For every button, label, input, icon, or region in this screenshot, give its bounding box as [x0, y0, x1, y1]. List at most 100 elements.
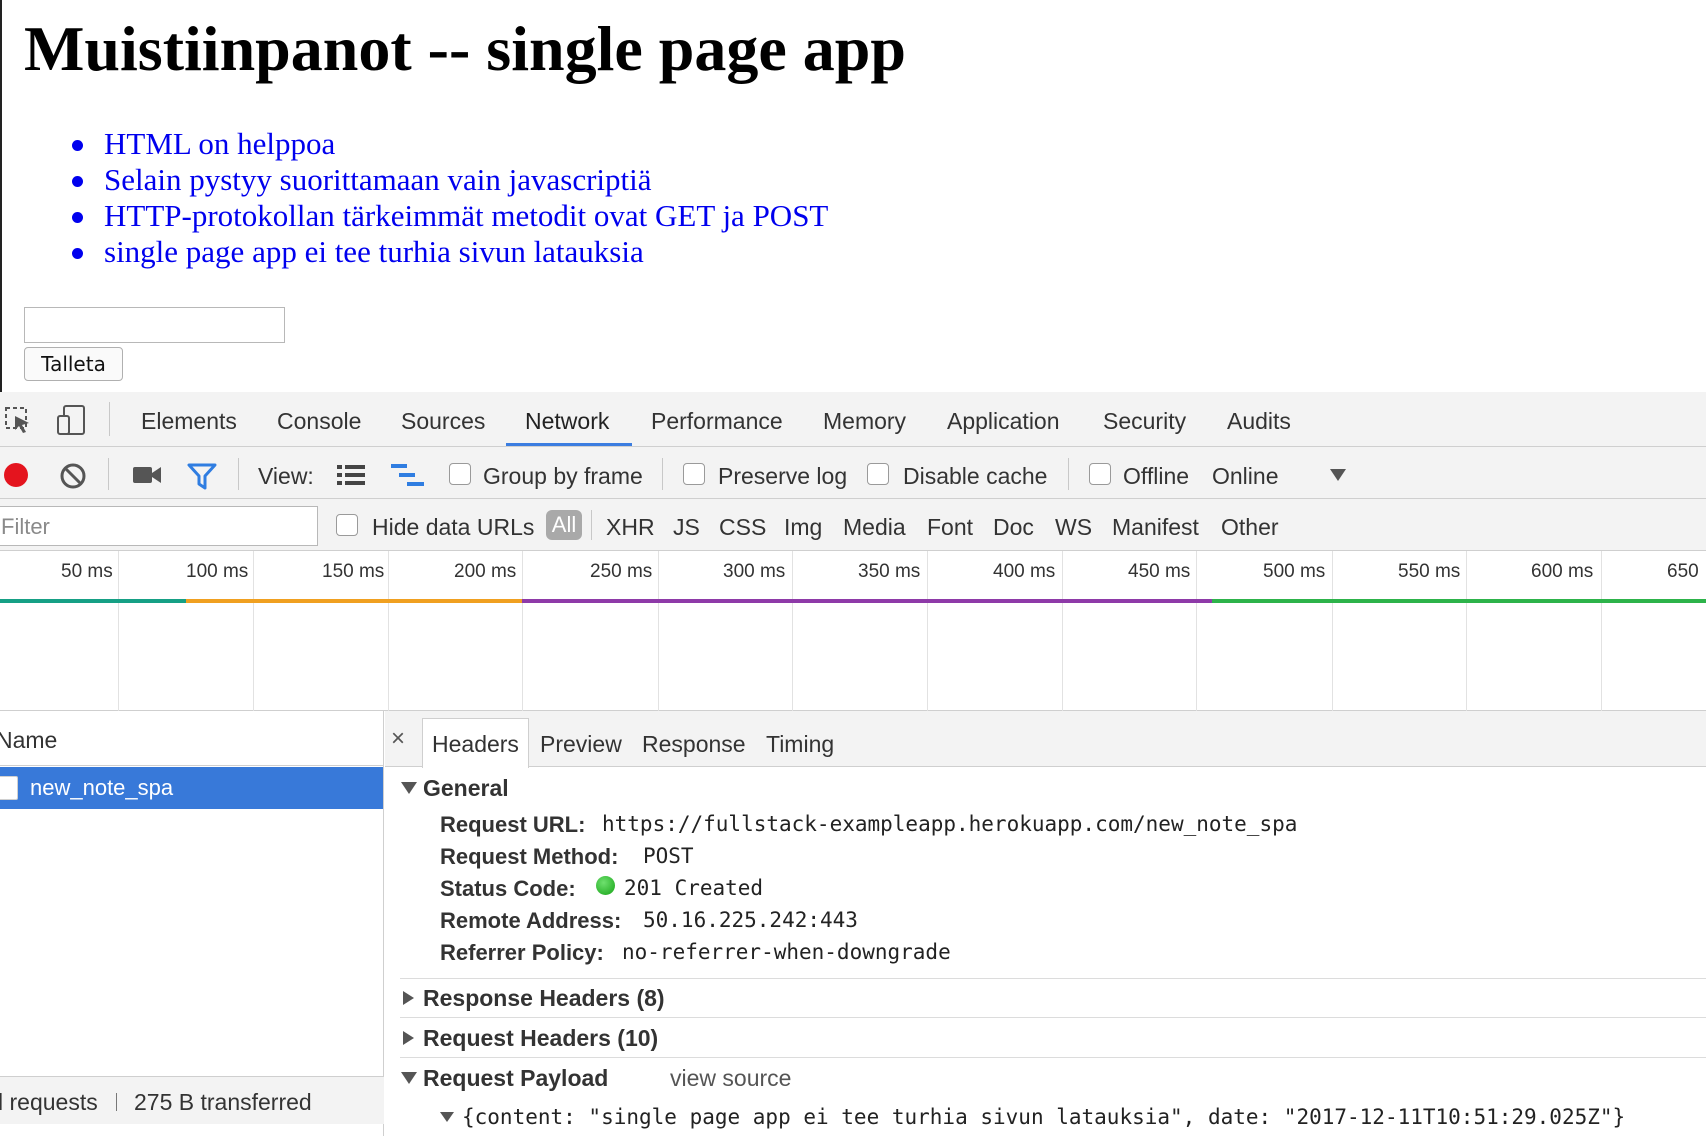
- filter-icon[interactable]: [187, 462, 217, 490]
- tab-response[interactable]: Response: [642, 731, 746, 758]
- referrer-policy-value: no-referrer-when-downgrade: [622, 940, 951, 964]
- close-icon[interactable]: ×: [391, 725, 405, 753]
- timeline-gridline: [658, 551, 659, 711]
- camera-icon[interactable]: [132, 464, 162, 486]
- tab-security[interactable]: Security: [1103, 408, 1186, 435]
- response-headers-section[interactable]: Response Headers (8): [423, 985, 665, 1012]
- preserve-log-checkbox[interactable]: [683, 463, 705, 485]
- timeline-tick: 500 ms: [1263, 561, 1326, 582]
- disable-cache-checkbox[interactable]: [867, 463, 889, 485]
- document-icon: [0, 776, 18, 800]
- type-filter-js[interactable]: JS: [673, 514, 700, 541]
- tab-sources[interactable]: Sources: [401, 408, 485, 435]
- type-filter-css[interactable]: CSS: [719, 514, 766, 541]
- hide-data-urls-checkbox[interactable]: [336, 514, 358, 536]
- timeline-tick: 250 ms: [590, 561, 653, 582]
- clear-icon[interactable]: [59, 462, 87, 490]
- note-item: HTTP-protokollan tärkeimmät metodit ovat…: [72, 198, 828, 234]
- name-column-header[interactable]: Name: [0, 727, 57, 754]
- timeline-gridline: [118, 551, 119, 711]
- timeline-bar-scripting: [522, 599, 1212, 603]
- section-divider: [400, 1057, 1706, 1058]
- request-payload-section[interactable]: Request Payload: [423, 1065, 608, 1092]
- save-button[interactable]: Talleta: [24, 347, 123, 381]
- timeline-tick: 50 ms: [61, 561, 113, 582]
- separator: [109, 402, 110, 436]
- tab-application[interactable]: Application: [947, 408, 1060, 435]
- bullet: [72, 140, 83, 151]
- timeline-gridline: [253, 551, 254, 711]
- tab-performance[interactable]: Performance: [651, 408, 783, 435]
- timeline-gridline: [1196, 551, 1197, 711]
- timeline-tick: 450 ms: [1128, 561, 1191, 582]
- timeline-gridline: [927, 551, 928, 711]
- payload-value: {content: "single page app ei tee turhia…: [462, 1105, 1626, 1129]
- timeline-tick: 150 ms: [322, 561, 385, 582]
- remote-address-key: Remote Address:: [440, 908, 622, 933]
- type-filter-all[interactable]: All: [546, 510, 582, 540]
- dropdown-arrow-icon[interactable]: [1329, 468, 1347, 482]
- inspect-icon[interactable]: [4, 406, 32, 434]
- note-input[interactable]: [24, 307, 285, 343]
- tab-memory[interactable]: Memory: [823, 408, 906, 435]
- tab-audits[interactable]: Audits: [1227, 408, 1291, 435]
- type-filter-font[interactable]: Font: [927, 514, 973, 541]
- offline-checkbox[interactable]: [1089, 463, 1111, 485]
- group-by-frame-checkbox[interactable]: [449, 463, 471, 485]
- general-section-title[interactable]: General: [423, 775, 509, 802]
- timeline-bar-waiting: [186, 599, 522, 603]
- waterfall-icon[interactable]: [391, 463, 425, 487]
- tab-console[interactable]: Console: [277, 408, 361, 435]
- type-filter-media[interactable]: Media: [843, 514, 906, 541]
- view-source-link[interactable]: view source: [670, 1065, 791, 1092]
- request-method-value: POST: [643, 844, 694, 868]
- offline-label: Offline: [1123, 463, 1190, 489]
- section-divider: [400, 978, 1706, 979]
- timeline-tick: 300 ms: [723, 561, 786, 582]
- large-rows-icon[interactable]: [337, 464, 365, 486]
- filter-input[interactable]: Filter: [0, 506, 318, 546]
- referrer-policy-key: Referrer Policy:: [440, 940, 604, 965]
- type-filter-img[interactable]: Img: [784, 514, 822, 541]
- separator: [591, 510, 592, 540]
- timeline-gridline: [522, 551, 523, 711]
- disable-cache-label: Disable cache: [903, 463, 1048, 489]
- separator: [108, 458, 109, 490]
- expand-icon[interactable]: [401, 782, 417, 794]
- expand-icon[interactable]: [440, 1112, 454, 1122]
- type-filter-ws[interactable]: WS: [1055, 514, 1092, 541]
- type-filter-xhr[interactable]: XHR: [606, 514, 655, 541]
- timeline-tick: 350 ms: [858, 561, 921, 582]
- request-row[interactable]: new_note_spa: [0, 767, 383, 809]
- note-text: HTTP-protokollan tärkeimmät metodit ovat…: [104, 198, 829, 233]
- expand-icon[interactable]: [403, 1031, 414, 1045]
- note-text: HTML on helppoa: [104, 126, 336, 161]
- tab-elements[interactable]: Elements: [141, 408, 237, 435]
- type-filter-manifest[interactable]: Manifest: [1112, 514, 1199, 541]
- status-ok-icon: [596, 876, 615, 895]
- timeline-gridline: [1466, 551, 1467, 711]
- tab-network[interactable]: Network: [525, 408, 609, 435]
- note-item: HTML on helppoa: [72, 126, 828, 162]
- type-filter-other[interactable]: Other: [1221, 514, 1279, 541]
- record-icon[interactable]: [2, 461, 30, 489]
- timeline-gridline: [1601, 551, 1602, 711]
- tab-headers-label[interactable]: Headers: [432, 731, 519, 758]
- status-code-key: Status Code:: [440, 876, 576, 901]
- request-headers-section[interactable]: Request Headers (10): [423, 1025, 658, 1052]
- request-name: new_note_spa: [30, 775, 174, 800]
- tab-timing[interactable]: Timing: [766, 731, 834, 758]
- throttling-select[interactable]: Online: [1212, 463, 1278, 490]
- notes-list: HTML on helppoa Selain pystyy suorittama…: [72, 126, 828, 270]
- page-content: Muistiinpanot -- single page app HTML on…: [0, 0, 1706, 392]
- timeline-tick: 200 ms: [454, 561, 517, 582]
- expand-icon[interactable]: [401, 1072, 417, 1084]
- network-toolbar: [0, 447, 1706, 499]
- tab-preview[interactable]: Preview: [540, 731, 622, 758]
- timeline-tick: 400 ms: [993, 561, 1056, 582]
- type-filter-doc[interactable]: Doc: [993, 514, 1034, 541]
- device-toolbar-icon[interactable]: [56, 404, 86, 436]
- timeline-bar-loaded: [1212, 599, 1706, 603]
- request-url-value: https://fullstack-exampleapp.herokuapp.c…: [602, 812, 1298, 836]
- expand-icon[interactable]: [403, 991, 414, 1005]
